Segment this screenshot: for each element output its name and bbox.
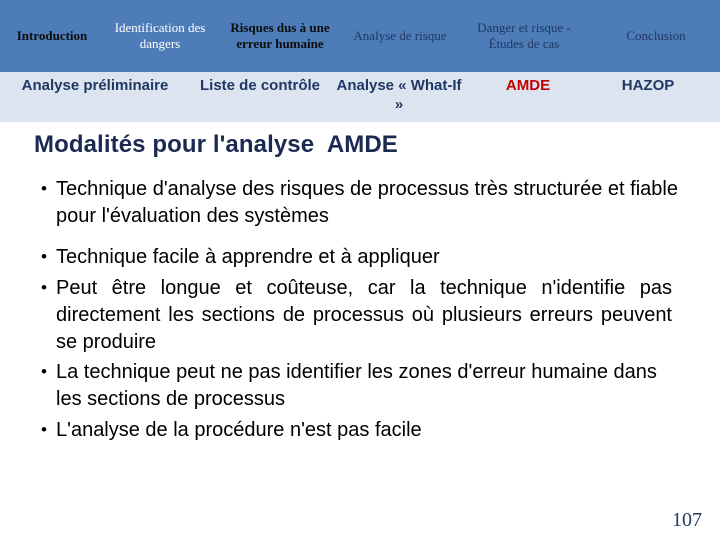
bullet-marker-icon: • bbox=[41, 419, 47, 439]
subnav-item-hazop[interactable]: HAZOP bbox=[588, 76, 708, 95]
nav-item-risques-erreur-humaine[interactable]: Risques dus à une erreur humaine bbox=[216, 20, 344, 52]
list-item-text: Technique facile à apprendre et à appliq… bbox=[56, 246, 440, 269]
nav-item-identification-des-dangers[interactable]: Identification des dangers bbox=[104, 20, 216, 52]
list-item: • Technique d'analyse des risques de pro… bbox=[0, 176, 720, 230]
subnav-item-analyse-what-if[interactable]: Analyse « What-If » bbox=[330, 76, 468, 114]
slide-bullet-list: • Technique d'analyse des risques de pro… bbox=[0, 176, 720, 444]
page-number: 107 bbox=[672, 509, 702, 531]
subnav-item-liste-de-controle[interactable]: Liste de contrôle bbox=[190, 76, 330, 95]
bullet-marker-icon: • bbox=[41, 362, 47, 382]
subnav-item-analyse-preliminaire[interactable]: Analyse préliminaire bbox=[0, 76, 190, 95]
bullet-marker-icon: • bbox=[41, 277, 47, 297]
list-item: • L'analyse de la procédure n'est pas fa… bbox=[0, 417, 720, 444]
bullet-marker-icon: • bbox=[41, 247, 47, 267]
slide-title: Modalités pour l'analyse AMDE bbox=[34, 131, 398, 158]
subnav-item-amde[interactable]: AMDE bbox=[468, 76, 588, 95]
list-item-text: La technique peut ne pas identifier les … bbox=[56, 361, 657, 411]
bullet-marker-icon: • bbox=[41, 179, 47, 198]
list-item: • Technique facile à apprendre et à appl… bbox=[0, 244, 720, 271]
nav-item-danger-et-risque-etudes-de-cas[interactable]: Danger et risque - Études de cas bbox=[456, 20, 592, 52]
top-navigation-items: Introduction Identification des dangers … bbox=[0, 0, 720, 72]
sub-navigation-items: Analyse préliminaire Liste de contrôle A… bbox=[0, 72, 720, 122]
list-item-text: L'analyse de la procédure n'est pas faci… bbox=[56, 418, 422, 441]
sub-navigation-band: Analyse préliminaire Liste de contrôle A… bbox=[0, 72, 720, 122]
list-item-text: Technique d'analyse des risques de proce… bbox=[56, 178, 678, 228]
nav-item-introduction[interactable]: Introduction bbox=[0, 28, 104, 44]
top-navigation-band: Introduction Identification des dangers … bbox=[0, 0, 720, 72]
nav-item-conclusion[interactable]: Conclusion bbox=[592, 28, 720, 44]
nav-item-analyse-de-risque[interactable]: Analyse de risque bbox=[344, 28, 456, 44]
list-item: • La technique peut ne pas identifier le… bbox=[0, 359, 720, 413]
list-item: • Peut être longue et coûteuse, car la t… bbox=[0, 275, 720, 357]
list-item-text: Peut être longue et coûteuse, car la tec… bbox=[56, 276, 672, 353]
